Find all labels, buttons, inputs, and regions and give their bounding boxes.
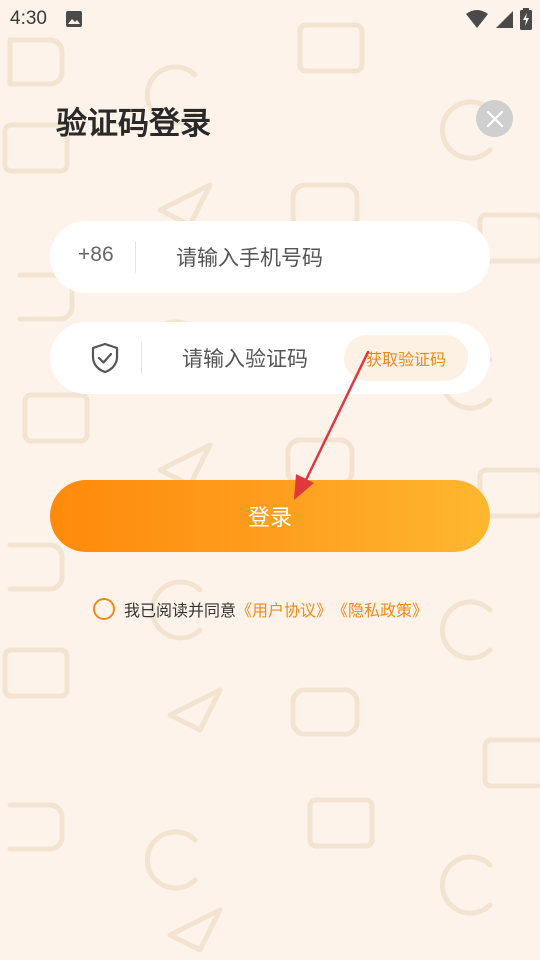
status-bar: 4:30	[0, 0, 540, 38]
close-icon	[486, 110, 503, 127]
battery-charging-icon	[520, 8, 532, 30]
agreement-row: 我已阅读并同意 《用户协议》 《隐私政策》	[93, 597, 428, 621]
page-title: 验证码登录	[56, 106, 211, 142]
agreement-text: 我已阅读并同意	[124, 601, 237, 620]
get-code-button[interactable]: 获取验证码	[344, 335, 468, 381]
signal-icon	[496, 11, 513, 28]
status-icons	[466, 8, 532, 30]
divider	[141, 342, 142, 374]
divider	[135, 241, 136, 273]
country-code[interactable]: +86	[78, 243, 114, 267]
code-input-card: 获取验证码	[50, 322, 490, 394]
login-button[interactable]: 登录	[50, 480, 490, 552]
user-agreement-link[interactable]: 《用户协议》	[236, 597, 332, 621]
close-button[interactable]	[476, 100, 513, 137]
agreement-checkbox[interactable]	[93, 598, 115, 620]
status-time: 4:30	[10, 8, 47, 29]
phone-input[interactable]	[176, 241, 466, 275]
image-icon	[65, 11, 82, 27]
phone-input-card: +86	[50, 221, 490, 293]
shield-check-icon	[91, 342, 119, 374]
code-input[interactable]	[182, 342, 310, 376]
privacy-policy-link[interactable]: 《隐私政策》	[332, 597, 428, 621]
wifi-icon	[466, 10, 488, 28]
